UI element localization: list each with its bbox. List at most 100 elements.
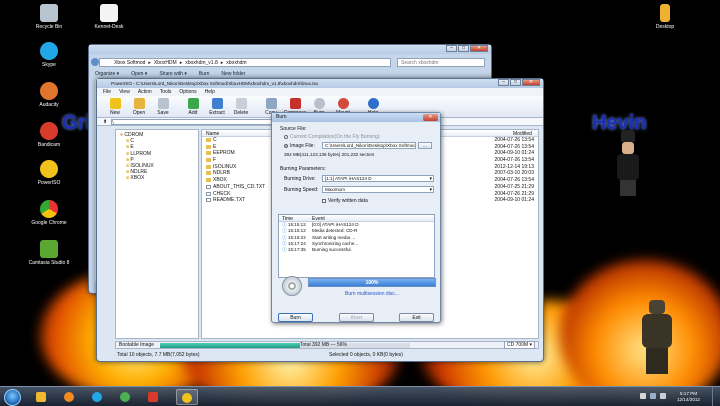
close-button[interactable]: ✕: [522, 79, 540, 86]
taskbar-item-poweriso[interactable]: [176, 389, 198, 405]
mount-icon: [337, 98, 349, 109]
radio-current[interactable]: [284, 135, 288, 139]
bandicam-icon: [148, 392, 158, 402]
dialog-close-button[interactable]: ✕: [423, 114, 438, 121]
breadcrumb-item[interactable]: XboxHDM: [154, 60, 177, 66]
maximize-button[interactable]: □: [458, 45, 469, 52]
image-file-path-input[interactable]: C:\Users\Lord_Nikon\Desktop\Xbox Softmod…: [322, 142, 416, 149]
folder-icon: ■: [126, 175, 130, 182]
toolbar-open-button[interactable]: Open: [127, 96, 151, 117]
explorer-address-bar[interactable]: Xbox Softmod ▸ XboxHDM ▸ xboxhdm_v1.8 ▸ xbo…: [99, 58, 391, 67]
current-compilation-option[interactable]: Current Compilation(On the Fly Burning): [284, 134, 379, 140]
toolbar-label: Add: [188, 110, 198, 116]
desktop-icon-label: Skype: [42, 62, 56, 68]
file-modified: 2004-07-26 13:54: [494, 137, 534, 143]
window-title: PowerISO - C:\Users\Lord_Nikon\Desktop\X…: [111, 81, 319, 86]
abort-button[interactable]: Abort: [339, 313, 374, 322]
disc-icon: ●: [120, 132, 124, 138]
file-modified: 2004-07-25 21:29: [494, 183, 534, 190]
file-modified: 2004-09-10 01:24: [494, 197, 534, 204]
taskbar-item-chrome[interactable]: [114, 389, 136, 405]
toolbar-add-button[interactable]: Add: [181, 96, 205, 117]
toolbar-label: New: [109, 110, 120, 116]
selected-objects-text: Selected 0 objects, 0 KB(0 bytes): [329, 352, 403, 358]
file-name: EEPROM: [213, 150, 235, 157]
document-icon: [206, 191, 211, 196]
minimize-button[interactable]: –: [498, 79, 509, 86]
taskbar-item-media-player[interactable]: [58, 389, 80, 405]
info-icon: ⓘ: [282, 222, 287, 227]
image-file-option[interactable]: Image File:: [284, 143, 315, 149]
capacity-status-bar: Bootable Image Total 392 MB --- 56% CD 7…: [115, 341, 539, 349]
folder-icon: ■: [126, 156, 130, 163]
menu-file[interactable]: File: [103, 88, 111, 96]
toolbar-save-button[interactable]: Save: [151, 96, 175, 117]
menu-view[interactable]: View: [119, 88, 130, 96]
verify-checkbox-row[interactable]: Verify written data: [322, 198, 368, 204]
verify-checkbox[interactable]: [322, 199, 326, 203]
burn-progress-message: Burn multisession disc...: [345, 291, 399, 297]
explorer-search-input[interactable]: Search xboxhdm: [397, 58, 485, 67]
tree-item[interactable]: ■ XBOX: [120, 175, 194, 181]
desktop-icon-poweriso[interactable]: PowerISO: [26, 160, 72, 186]
burning-drive-select[interactable]: [1:1] ATAPI iHAS124 D: [322, 175, 434, 182]
desktop-icon-audacity[interactable]: Audacity: [26, 82, 72, 108]
poweriso-titlebar[interactable]: PowerISO - C:\Users\Lord_Nikon\Desktop\X…: [97, 79, 543, 88]
up-arrow-icon[interactable]: ⬆: [103, 119, 107, 125]
menu-action[interactable]: Action: [138, 88, 152, 96]
explorer-titlebar[interactable]: – □ ✕: [89, 45, 491, 54]
folder-icon: [206, 144, 211, 149]
breadcrumb-item[interactable]: Xbox Softmod: [114, 60, 145, 66]
taskbar-item-explorer[interactable]: [30, 389, 52, 405]
burning-speed-select[interactable]: Maximum: [322, 186, 434, 193]
close-button[interactable]: ✕: [470, 45, 488, 52]
breadcrumb-item[interactable]: xboxhdm: [226, 60, 246, 66]
maximize-button[interactable]: □: [510, 79, 521, 86]
taskbar-item-bandicam[interactable]: [142, 389, 164, 405]
notification-flag-icon[interactable]: [640, 393, 646, 399]
desktop-icon-bandicam[interactable]: Bandicam: [26, 122, 72, 148]
desktop-icon-camtasia[interactable]: Camtasia Studio 8: [26, 240, 72, 266]
desktop-icon-kennet-desk[interactable]: Kennet-Desk: [86, 4, 132, 30]
network-icon[interactable]: [650, 393, 656, 399]
desktop-icon-label: Kennet-Desk: [94, 24, 124, 30]
burn-dialog-titlebar[interactable]: Burn ✕: [272, 113, 440, 122]
desktop-icon-skype[interactable]: Skype: [26, 42, 72, 68]
folder-icon: [206, 158, 211, 163]
media-size-select[interactable]: CD 700M ▾: [503, 341, 535, 349]
taskbar-item-skype[interactable]: [86, 389, 108, 405]
info-icon: ⓘ: [282, 247, 287, 253]
taskbar-clock[interactable]: 5:17 PM 12/14/2012: [677, 391, 700, 403]
browse-button[interactable]: ...: [418, 142, 432, 149]
shortcut-icon: [100, 4, 118, 22]
back-arrow-icon[interactable]: [91, 58, 99, 66]
start-button[interactable]: [4, 389, 21, 406]
volume-icon[interactable]: [660, 393, 666, 399]
toolbar-extract-button[interactable]: Extract: [205, 96, 229, 117]
breadcrumb-item[interactable]: xboxhdm_v1.8: [185, 60, 218, 66]
desktop-icon-desktop[interactable]: Desktop: [642, 4, 688, 30]
toolbar-new-button[interactable]: New: [103, 96, 127, 117]
bandicam-icon: [40, 122, 58, 140]
file-name: F: [213, 157, 217, 164]
minimize-button[interactable]: –: [446, 45, 457, 52]
desktop-folder-icon: [660, 4, 670, 22]
desktop-icon-label: Audacity: [39, 102, 59, 108]
burn-button[interactable]: Burn: [278, 313, 313, 322]
info-icon: ⓘ: [282, 228, 287, 234]
desktop-icon-label: Camtasia Studio 8: [28, 260, 70, 266]
capacity-bar: Total 392 MB --- 56%: [160, 342, 411, 348]
menu-options[interactable]: Options: [179, 88, 196, 96]
folder-tree: ● CDROM ■ C ■ E ■ LLPROM ■ P ■ ISOLINUX …: [115, 129, 199, 339]
radio-image[interactable]: [284, 144, 288, 148]
menu-help[interactable]: Help: [205, 88, 215, 96]
menu-tools[interactable]: Tools: [160, 88, 172, 96]
add-icon: [187, 98, 199, 109]
verify-label: Verify written data: [328, 198, 368, 204]
desktop-icon-chrome[interactable]: Google Chrome: [26, 200, 72, 226]
exit-button[interactable]: Exit: [399, 313, 434, 322]
tree-label: NDLRE: [130, 169, 148, 176]
show-desktop-button[interactable]: [712, 387, 720, 406]
desktop-icon-recycle-bin[interactable]: Recycle Bin: [26, 4, 72, 30]
toolbar-delete-button[interactable]: Delete: [229, 96, 253, 117]
